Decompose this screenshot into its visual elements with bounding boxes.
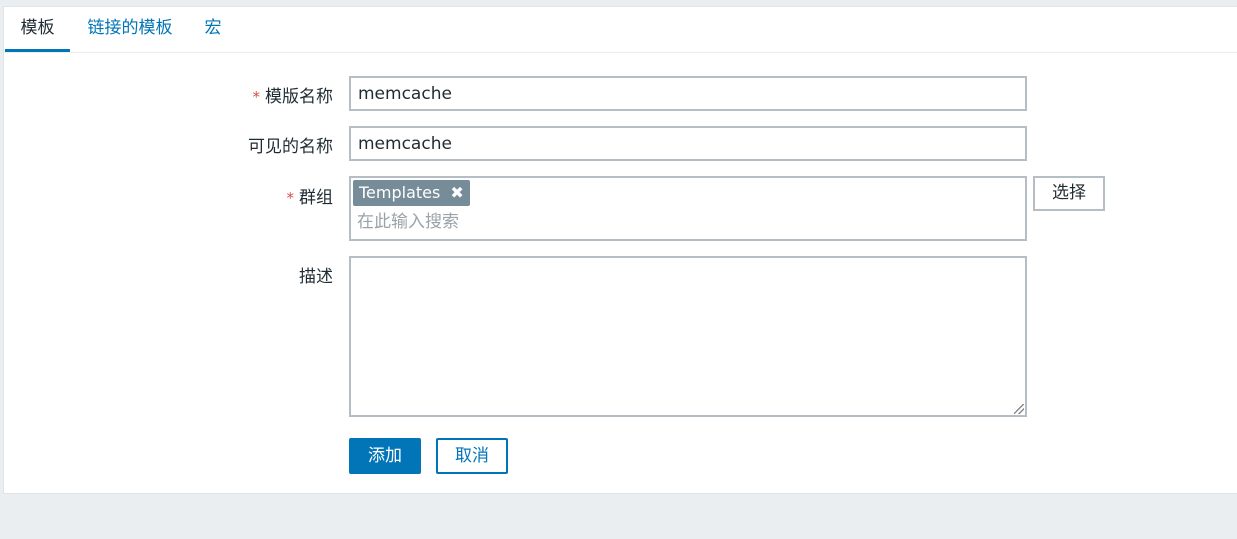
tab-template[interactable]: 模板 (5, 7, 70, 52)
visible-name-label: 可见的名称 (248, 137, 333, 157)
tab-linked-templates[interactable]: 链接的模板 (84, 7, 176, 52)
description-label: 描述 (299, 267, 333, 287)
resize-handle-icon[interactable] (1014, 404, 1024, 414)
required-mark: * (252, 88, 261, 106)
tab-bar: 模板 链接的模板 宏 (4, 7, 1237, 53)
tab-macros[interactable]: 宏 (202, 7, 224, 52)
group-chip: Templates ✖ (353, 180, 470, 206)
groups-select-button[interactable]: 选择 (1033, 176, 1105, 211)
template-form-panel: 模板 链接的模板 宏 *模版名称 可见的名称 *群组 Templates ✖ 选… (3, 6, 1237, 494)
template-name-label: * 模版名称 (252, 87, 334, 107)
groups-search-input[interactable] (357, 210, 957, 234)
groups-label: * 群组 (286, 188, 334, 208)
close-icon[interactable]: ✖ (450, 180, 463, 206)
required-mark: * (286, 189, 295, 207)
add-button[interactable]: 添加 (349, 438, 421, 474)
description-textarea[interactable] (349, 256, 1027, 417)
template-name-input[interactable] (349, 76, 1027, 111)
groups-multiselect[interactable]: Templates ✖ (349, 176, 1027, 241)
visible-name-input[interactable] (349, 126, 1027, 161)
group-chip-label: Templates (359, 183, 441, 202)
cancel-button[interactable]: 取消 (436, 438, 508, 474)
